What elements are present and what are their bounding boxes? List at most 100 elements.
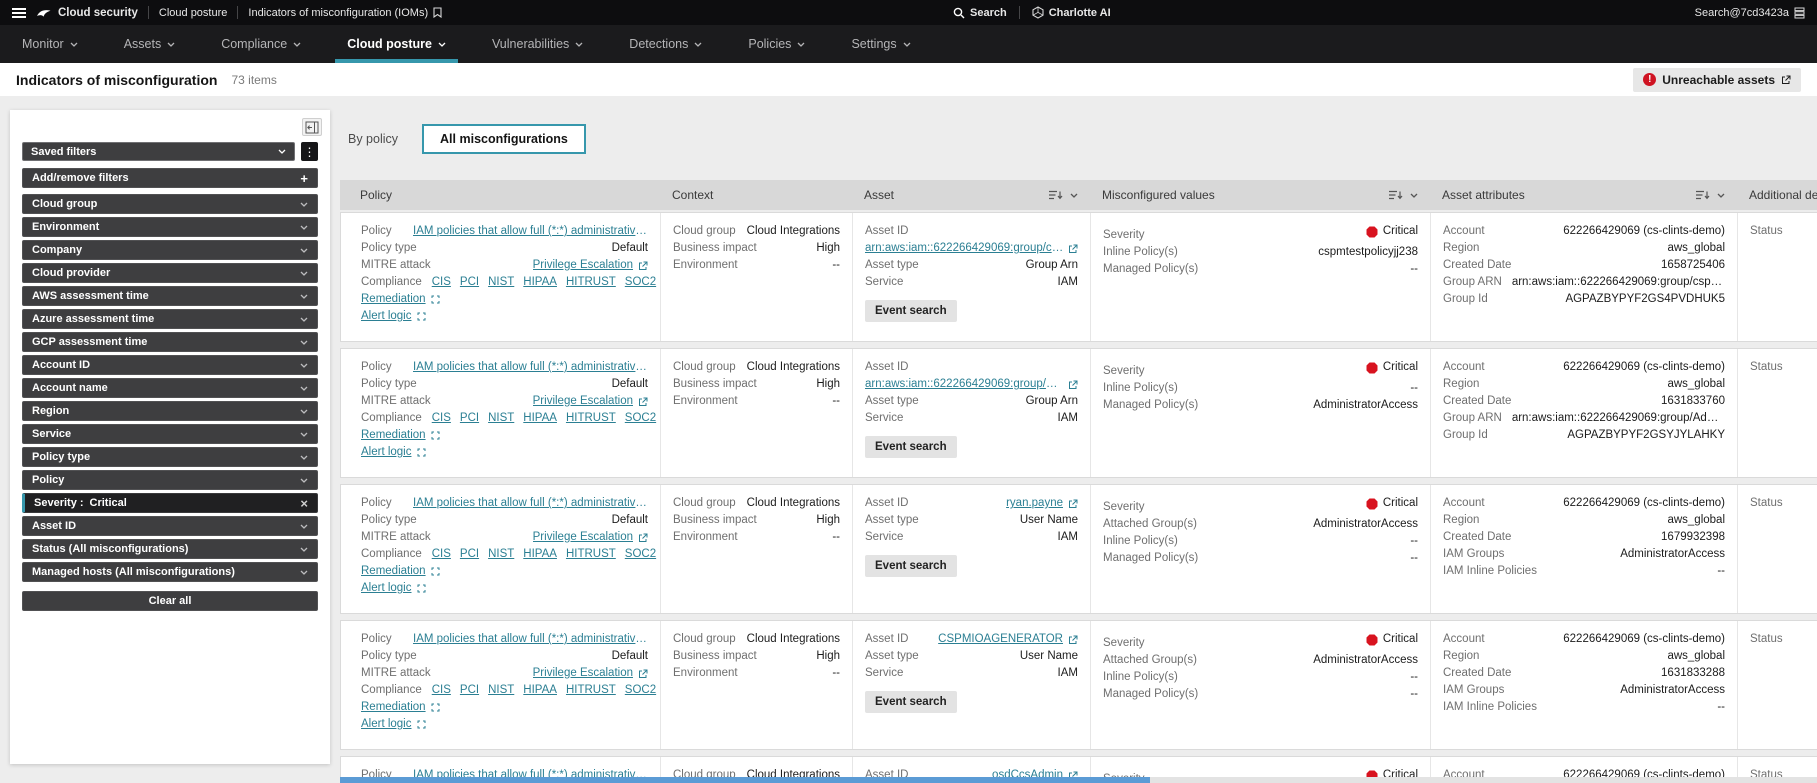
compliance-link-hipaa[interactable]: HIPAA — [523, 546, 557, 563]
compliance-link-cis[interactable]: CIS — [432, 546, 451, 563]
event-search-button[interactable]: Event search — [865, 300, 957, 322]
nav-item-detections[interactable]: Detections — [629, 25, 702, 63]
filter-gcp-assessment-time[interactable]: GCP assessment time — [22, 332, 318, 352]
alert-logic-link[interactable]: Alert logic — [361, 580, 412, 597]
event-search-button[interactable]: Event search — [865, 436, 957, 458]
remediation-link[interactable]: Remediation — [361, 291, 426, 308]
remediation-link[interactable]: Remediation — [361, 699, 426, 716]
compliance-link-hitrust[interactable]: HITRUST — [566, 274, 616, 291]
unreachable-assets-button[interactable]: Unreachable assets — [1633, 67, 1801, 92]
filter-azure-assessment-time[interactable]: Azure assessment time — [22, 309, 318, 329]
nav-item-monitor[interactable]: Monitor — [22, 25, 78, 63]
compliance-link-soc2[interactable]: SOC2 — [625, 682, 656, 699]
field-value-link[interactable]: ryan.payne — [918, 495, 1078, 512]
compliance-link-nist[interactable]: NIST — [488, 274, 514, 291]
compliance-link-pci[interactable]: PCI — [460, 274, 479, 291]
compliance-link-cis[interactable]: CIS — [432, 274, 451, 291]
compliance-link-pci[interactable]: PCI — [460, 682, 479, 699]
field-value-link[interactable]: Privilege Escalation — [441, 393, 648, 410]
compliance-link-pci[interactable]: PCI — [460, 410, 479, 427]
asset-id-link[interactable]: arn:aws:iam::622266429069:group/cspmtest… — [865, 240, 1078, 257]
nav-item-compliance[interactable]: Compliance — [221, 25, 301, 63]
compliance-link-cis[interactable]: CIS — [432, 682, 451, 699]
field-value-link[interactable]: Privilege Escalation — [441, 665, 648, 682]
alert-logic-link[interactable]: Alert logic — [361, 308, 412, 325]
filter-aws-assessment-time[interactable]: AWS assessment time — [22, 286, 318, 306]
compliance-link-nist[interactable]: NIST — [488, 410, 514, 427]
saved-filters-more-icon[interactable] — [301, 142, 318, 161]
charlotte-ai-button[interactable]: Charlotte AI — [1032, 6, 1111, 19]
filter-environment[interactable]: Environment — [22, 217, 318, 237]
policy-link[interactable]: IAM policies that allow full (*:*) admin… — [413, 631, 648, 648]
compliance-link-nist[interactable]: NIST — [488, 546, 514, 563]
menu-icon[interactable] — [12, 7, 26, 18]
expand-icon[interactable] — [431, 295, 440, 304]
compliance-link-hipaa[interactable]: HIPAA — [523, 410, 557, 427]
scrollbar-thumb[interactable] — [340, 777, 1150, 783]
chevron-down-icon[interactable] — [1070, 193, 1078, 198]
filter-account-name[interactable]: Account name — [22, 378, 318, 398]
column-sort-controls[interactable] — [1048, 189, 1078, 201]
breadcrumb-section[interactable]: Cloud posture — [159, 7, 228, 19]
compliance-link-hitrust[interactable]: HITRUST — [566, 546, 616, 563]
bookmark-icon[interactable] — [433, 7, 442, 18]
filter-severity-active[interactable]: Severity : Critical — [22, 493, 318, 513]
global-search-button[interactable]: Search — [953, 7, 1007, 19]
event-search-button[interactable]: Event search — [865, 691, 957, 713]
sort-icon[interactable] — [1388, 189, 1403, 201]
policy-link[interactable]: IAM policies that allow full (*:*) admin… — [413, 359, 648, 376]
compliance-link-nist[interactable]: NIST — [488, 682, 514, 699]
filter-asset-id[interactable]: Asset ID — [22, 516, 318, 536]
compliance-link-pci[interactable]: PCI — [460, 546, 479, 563]
filter-account-id[interactable]: Account ID — [22, 355, 318, 375]
chevron-down-icon[interactable] — [1717, 193, 1725, 198]
compliance-link-soc2[interactable]: SOC2 — [625, 546, 656, 563]
alert-logic-link[interactable]: Alert logic — [361, 716, 412, 733]
filter-cloud-provider[interactable]: Cloud provider — [22, 263, 318, 283]
column-sort-controls[interactable] — [1695, 189, 1725, 201]
saved-filters-select[interactable]: Saved filters — [22, 142, 295, 161]
compliance-link-soc2[interactable]: SOC2 — [625, 410, 656, 427]
filter-managed-hosts-all-misconfigurations[interactable]: Managed hosts (All misconfigurations) — [22, 562, 318, 582]
chevron-down-icon[interactable] — [1410, 193, 1418, 198]
field-value-link[interactable]: CSPMIOAGENERATOR — [918, 631, 1078, 648]
tab-by-policy[interactable]: By policy — [346, 125, 400, 153]
add-remove-filters-button[interactable]: Add/remove filters — [22, 168, 318, 188]
expand-icon[interactable] — [431, 431, 440, 440]
clear-all-button[interactable]: Clear all — [22, 591, 318, 611]
close-icon[interactable] — [300, 496, 308, 511]
nav-item-cloud-posture[interactable]: Cloud posture — [335, 25, 458, 63]
filter-company[interactable]: Company — [22, 240, 318, 260]
expand-icon[interactable] — [417, 312, 426, 321]
nav-item-vulnerabilities[interactable]: Vulnerabilities — [492, 25, 583, 63]
filter-policy-type[interactable]: Policy type — [22, 447, 318, 467]
remediation-link[interactable]: Remediation — [361, 563, 426, 580]
nav-item-policies[interactable]: Policies — [748, 25, 805, 63]
expand-icon[interactable] — [431, 703, 440, 712]
field-value-link[interactable]: Privilege Escalation — [441, 529, 648, 546]
expand-icon[interactable] — [417, 720, 426, 729]
compliance-link-hitrust[interactable]: HITRUST — [566, 682, 616, 699]
remediation-link[interactable]: Remediation — [361, 427, 426, 444]
collapse-sidebar-icon[interactable] — [302, 118, 322, 136]
event-search-button[interactable]: Event search — [865, 555, 957, 577]
nav-item-settings[interactable]: Settings — [851, 25, 911, 63]
field-value-link[interactable]: Privilege Escalation — [441, 257, 648, 274]
filter-policy[interactable]: Policy — [22, 470, 318, 490]
policy-link[interactable]: IAM policies that allow full (*:*) admin… — [413, 495, 648, 512]
compliance-link-hipaa[interactable]: HIPAA — [523, 274, 557, 291]
filter-service[interactable]: Service — [22, 424, 318, 444]
column-sort-controls[interactable] — [1388, 189, 1418, 201]
app-brand[interactable]: Cloud security — [36, 7, 138, 19]
expand-icon[interactable] — [417, 584, 426, 593]
account-menu[interactable]: Search@7cd3423a — [1695, 7, 1805, 19]
policy-link[interactable]: IAM policies that allow full (*:*) admin… — [413, 223, 648, 240]
filter-cloud-group[interactable]: Cloud group — [22, 194, 318, 214]
compliance-link-cis[interactable]: CIS — [432, 410, 451, 427]
sort-icon[interactable] — [1695, 189, 1710, 201]
compliance-link-hipaa[interactable]: HIPAA — [523, 682, 557, 699]
filter-status-all-misconfigurations[interactable]: Status (All misconfigurations) — [22, 539, 318, 559]
filter-region[interactable]: Region — [22, 401, 318, 421]
sort-icon[interactable] — [1048, 189, 1063, 201]
expand-icon[interactable] — [417, 448, 426, 457]
